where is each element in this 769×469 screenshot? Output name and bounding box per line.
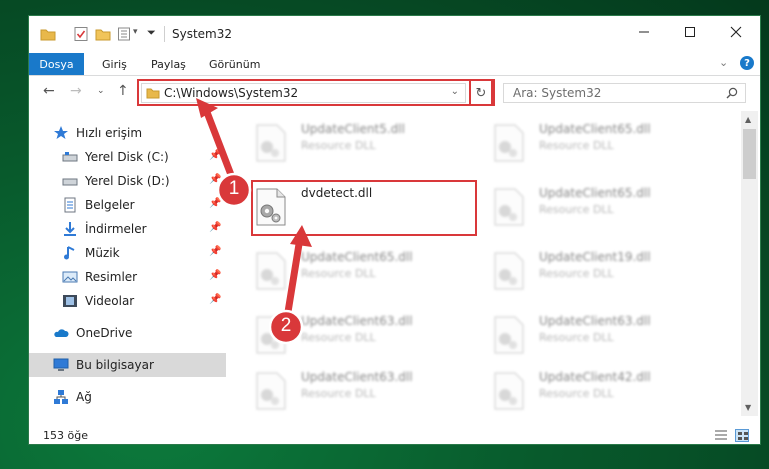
step-1-label: 1 (228, 178, 240, 199)
step-2-label: 2 (280, 315, 292, 336)
annotation-overlay (196, 98, 312, 345)
step-1-arrow (196, 98, 237, 184)
step-2-arrow (284, 225, 312, 316)
